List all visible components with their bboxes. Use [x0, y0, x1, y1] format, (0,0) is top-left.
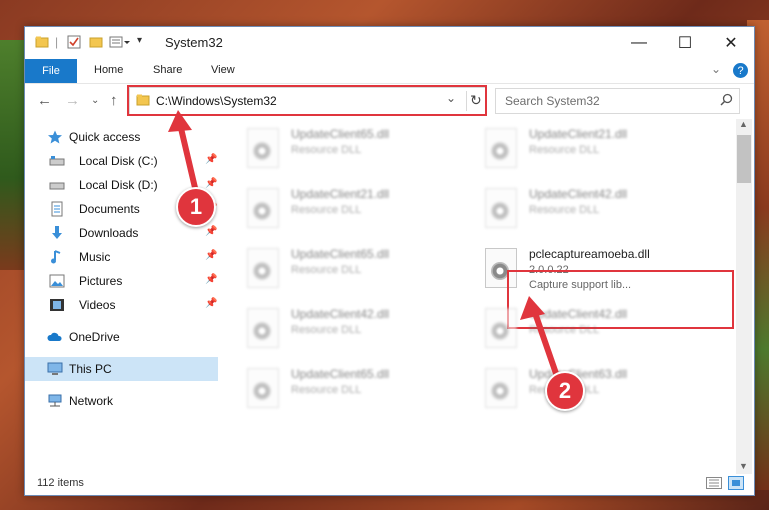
- step-one-badge: 1: [176, 187, 216, 227]
- annotation-arrows: [168, 110, 563, 388]
- step-two-badge: 2: [545, 371, 585, 411]
- arrow-head-file: [520, 296, 545, 320]
- arrow-head-address: [168, 110, 192, 132]
- arrow-to-address: [177, 121, 199, 195]
